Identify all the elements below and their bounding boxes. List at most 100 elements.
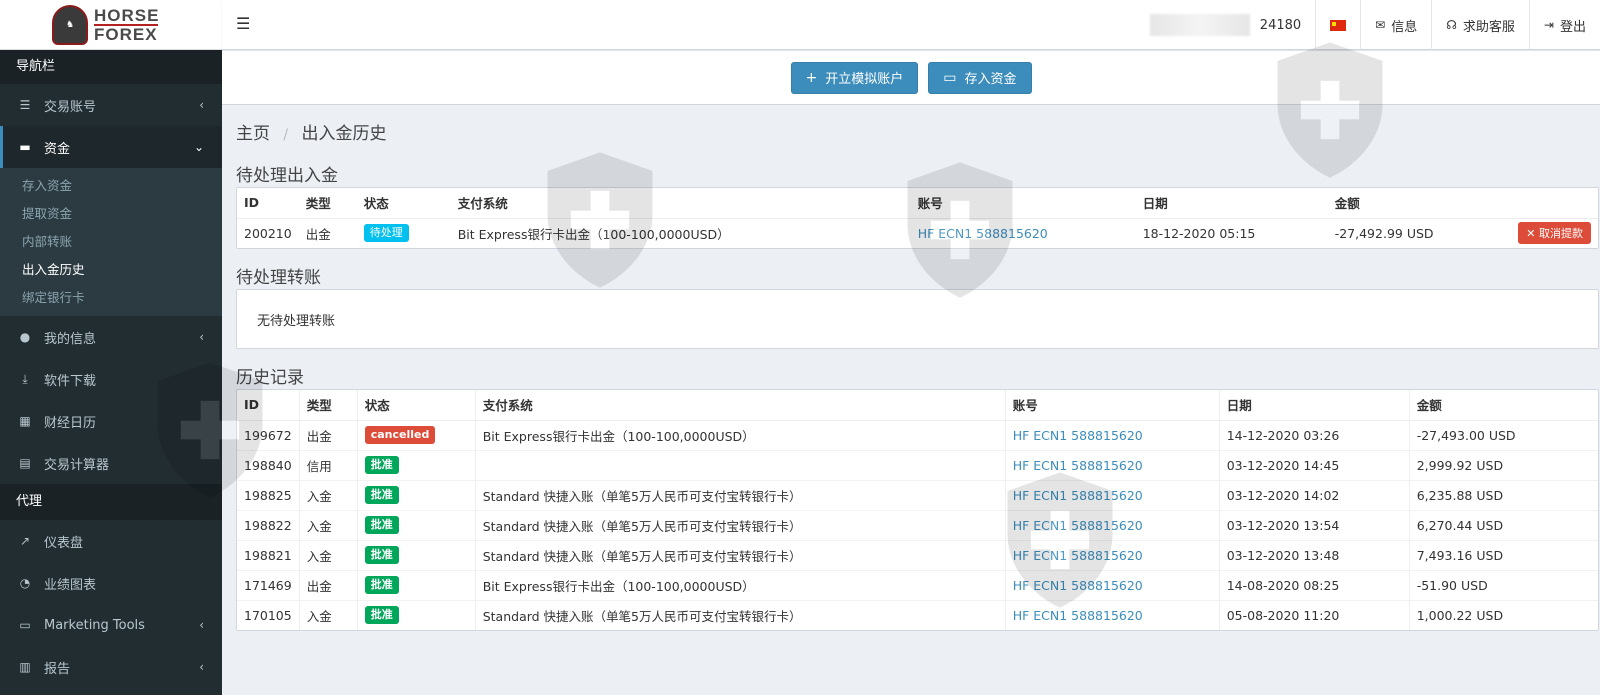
column-header: 金额 (1409, 390, 1598, 421)
top-navbar-right: 24180 ✉ 信息 ☊ 求助客服 ⇥ 登出 (1136, 0, 1600, 50)
cell-account: HF ECN1 588815620 (1005, 419, 1220, 450)
submenu-bind-bank-card[interactable]: 绑定银行卡 (0, 284, 222, 312)
calculator-icon: ▤ (19, 456, 31, 470)
table-row: 171469 出金 批准 Bit Express银行卡出金（100-100,0000U… (237, 569, 1598, 600)
cell-payment-system: Bit Express银行卡出金（100-100,0000USD） (475, 569, 1006, 600)
cell-status: 批准 (357, 569, 476, 600)
brand-logo[interactable]: ♞ HORSE FOREX (0, 0, 222, 50)
open-demo-account-button[interactable]: + 开立模拟账户 (790, 61, 919, 94)
sidebar-item-label: 财经日历 (44, 415, 97, 431)
account-link[interactable]: HF ECN1 588815620 (1013, 548, 1143, 563)
cell-date: 03-12-2020 13:54 (1219, 509, 1410, 540)
sidebar-item-label: 业绩图表 (44, 577, 97, 593)
column-header: 支付系统 (450, 188, 911, 219)
status-badge: 待处理 (363, 224, 409, 243)
cell-action: ✕ 取消提款 (1502, 217, 1598, 248)
cell-status: 待处理 (356, 217, 451, 248)
cell-account: HF ECN1 588815620 (910, 217, 1136, 248)
submenu-funding-history[interactable]: 出入金历史 (0, 256, 222, 284)
table-row: 199672 出金 cancelled Bit Express银行卡出金（100-10… (237, 419, 1598, 450)
status-badge: 批准 (364, 546, 399, 564)
cell-type: 信用 (299, 449, 358, 480)
cell-payment-system: Standard 快捷入账（单笔5万人民币可支付宝转银行卡） (475, 539, 1006, 570)
action-bar: + 开立模拟账户 ▭ 存入资金 (222, 51, 1600, 105)
plus-icon: + (805, 69, 818, 86)
cell-account: HF ECN1 588815620 (1005, 509, 1220, 540)
cell-amount: -27,492.99 USD (1327, 217, 1503, 248)
cell-amount: 6,235.88 USD (1409, 479, 1598, 510)
cell-type: 出金 (299, 419, 358, 450)
breadcrumb-separator: / (283, 127, 289, 143)
column-header: 状态 (357, 390, 476, 421)
cell-amount: 1,000.22 USD (1409, 599, 1598, 630)
cell-status: 批准 (357, 539, 476, 570)
sidebar-item-funds[interactable]: ▬ 资金 ⌄ (0, 126, 222, 168)
status-badge: cancelled (364, 426, 436, 444)
table-row: 170105 入金 批准 Standard 快捷入账（单笔5万人民币可支付宝转银行卡）… (237, 599, 1598, 630)
breadcrumb-home[interactable]: 主页 (236, 124, 270, 144)
account-link[interactable]: HF ECN1 588815620 (1013, 488, 1143, 503)
sidebar-item-label: 报告 (44, 661, 71, 677)
cell-id: 171469 (237, 569, 300, 600)
table-row: 198840 信用 批准 HF ECN1 588815620 03-12-2020 14… (237, 449, 1598, 480)
cell-id: 198825 (237, 479, 300, 510)
pending-transfer-title: 待处理转账 (236, 268, 321, 288)
status-badge: 批准 (364, 456, 399, 474)
history-table: ID 类型 状态 支付系统 账号 日期 金额 199672 出金 cancelled… (237, 390, 1598, 630)
account-link[interactable]: HF ECN1 588815620 (918, 226, 1048, 241)
cell-payment-system: Bit Express银行卡出金（100-100,0000USD） (450, 217, 911, 248)
deposit-funds-button[interactable]: ▭ 存入资金 (928, 61, 1032, 94)
sidebar-item-dashboard[interactable]: ↗ 仪表盘 (0, 520, 222, 562)
submenu-withdraw[interactable]: 提取资金 (0, 200, 222, 228)
account-link[interactable]: HF ECN1 588815620 (1013, 518, 1143, 533)
sidebar-submenu-funds: 存入资金 提取资金 内部转账 出入金历史 绑定银行卡 (0, 168, 222, 316)
sidebar-item-marketing-tools[interactable]: ▭ Marketing Tools ‹ (0, 604, 222, 646)
sidebar-item-trading-calculator[interactable]: ▤ 交易计算器 (0, 442, 222, 484)
language-switcher[interactable] (1315, 0, 1360, 50)
menu-toggle-icon[interactable]: ☰ (236, 14, 250, 33)
cell-account: HF ECN1 588815620 (1005, 449, 1220, 480)
cell-type: 入金 (299, 599, 358, 630)
submenu-internal-transfer[interactable]: 内部转账 (0, 228, 222, 256)
cell-type: 入金 (299, 479, 358, 510)
pending-table-box: ID 类型 状态 支付系统 账号 日期 金额 200210 出金 待处理 Bit… (236, 187, 1599, 249)
account-link[interactable]: HF ECN1 588815620 (1013, 608, 1143, 623)
briefcase-icon: ▭ (19, 618, 31, 632)
sidebar-item-trading-accounts[interactable]: ☰ 交易账号 ‹ (0, 84, 222, 126)
cell-payment-system: Standard 快捷入账（单笔5万人民币可支付宝转银行卡） (475, 599, 1006, 630)
sign-out-icon: ⇥ (1543, 18, 1554, 32)
cell-payment-system: Standard 快捷入账（单笔5万人民币可支付宝转银行卡） (475, 509, 1006, 540)
cancel-withdrawal-button[interactable]: ✕ 取消提款 (1518, 222, 1591, 245)
credit-card-icon: ▭ (943, 69, 957, 86)
sidebar-item-my-info[interactable]: ● 我的信息 ‹ (0, 316, 222, 358)
account-selector[interactable]: 24180 (1136, 0, 1315, 50)
cell-date: 14-12-2020 03:26 (1219, 419, 1410, 450)
sidebar-item-performance-chart[interactable]: ◔ 业绩图表 (0, 562, 222, 604)
column-header: 账号 (910, 188, 1136, 219)
column-header: 日期 (1219, 390, 1410, 421)
cell-id: 170105 (237, 599, 300, 630)
sidebar-item-reports[interactable]: ▥ 报告 ‹ (0, 646, 222, 688)
account-link[interactable]: HF ECN1 588815620 (1013, 428, 1143, 443)
table-row: 198825 入金 批准 Standard 快捷入账（单笔5万人民币可支付宝转银行卡）… (237, 479, 1598, 510)
cell-type: 出金 (298, 217, 357, 248)
sidebar-item-software-download[interactable]: ⤓ 软件下载 (0, 358, 222, 400)
account-link[interactable]: HF ECN1 588815620 (1013, 578, 1143, 593)
messages-link[interactable]: ✉ 信息 (1360, 0, 1431, 50)
sidebar-item-label: 交易账号 (44, 99, 97, 115)
column-header: 类型 (298, 188, 357, 219)
logout-link[interactable]: ⇥ 登出 (1528, 0, 1600, 50)
brand-line2: FOREX (94, 23, 158, 44)
table-header-row: ID 类型 状态 支付系统 账号 日期 金额 (237, 390, 1598, 421)
sidebar-item-economic-calendar[interactable]: ▦ 财经日历 (0, 400, 222, 442)
chevron-left-icon: ‹ (199, 330, 204, 344)
cell-amount: -27,493.00 USD (1409, 419, 1598, 450)
status-badge: 批准 (364, 606, 399, 625)
column-header: 支付系统 (475, 390, 1006, 421)
top-navbar: ☰ 24180 ✉ 信息 ☊ 求助客服 ⇥ 登出 (222, 0, 1600, 50)
brand-line1: HORSE (94, 5, 160, 25)
account-link[interactable]: HF ECN1 588815620 (1013, 458, 1143, 473)
cell-status: 批准 (357, 509, 476, 540)
submenu-deposit[interactable]: 存入资金 (0, 172, 222, 200)
support-link[interactable]: ☊ 求助客服 (1431, 0, 1529, 50)
